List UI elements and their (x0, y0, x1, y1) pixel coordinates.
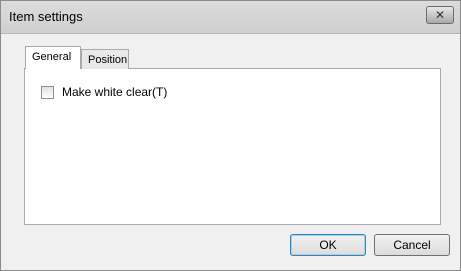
dialog-title: Item settings (9, 9, 83, 24)
close-icon: ✕ (434, 8, 446, 22)
general-tab-panel: Make white clear(T) (24, 68, 441, 225)
tab-position[interactable]: Position (81, 49, 129, 69)
tab-general[interactable]: General (25, 46, 81, 69)
close-button[interactable]: ✕ (426, 6, 454, 24)
title-bar: Item settings ✕ (1, 1, 460, 34)
item-settings-dialog: Item settings ✕ General Position Make wh… (0, 0, 461, 271)
make-white-clear-label[interactable]: Make white clear(T) (62, 85, 167, 99)
ok-button[interactable]: OK (290, 234, 366, 256)
cancel-button[interactable]: Cancel (374, 234, 450, 256)
make-white-clear-checkbox[interactable] (41, 86, 54, 99)
